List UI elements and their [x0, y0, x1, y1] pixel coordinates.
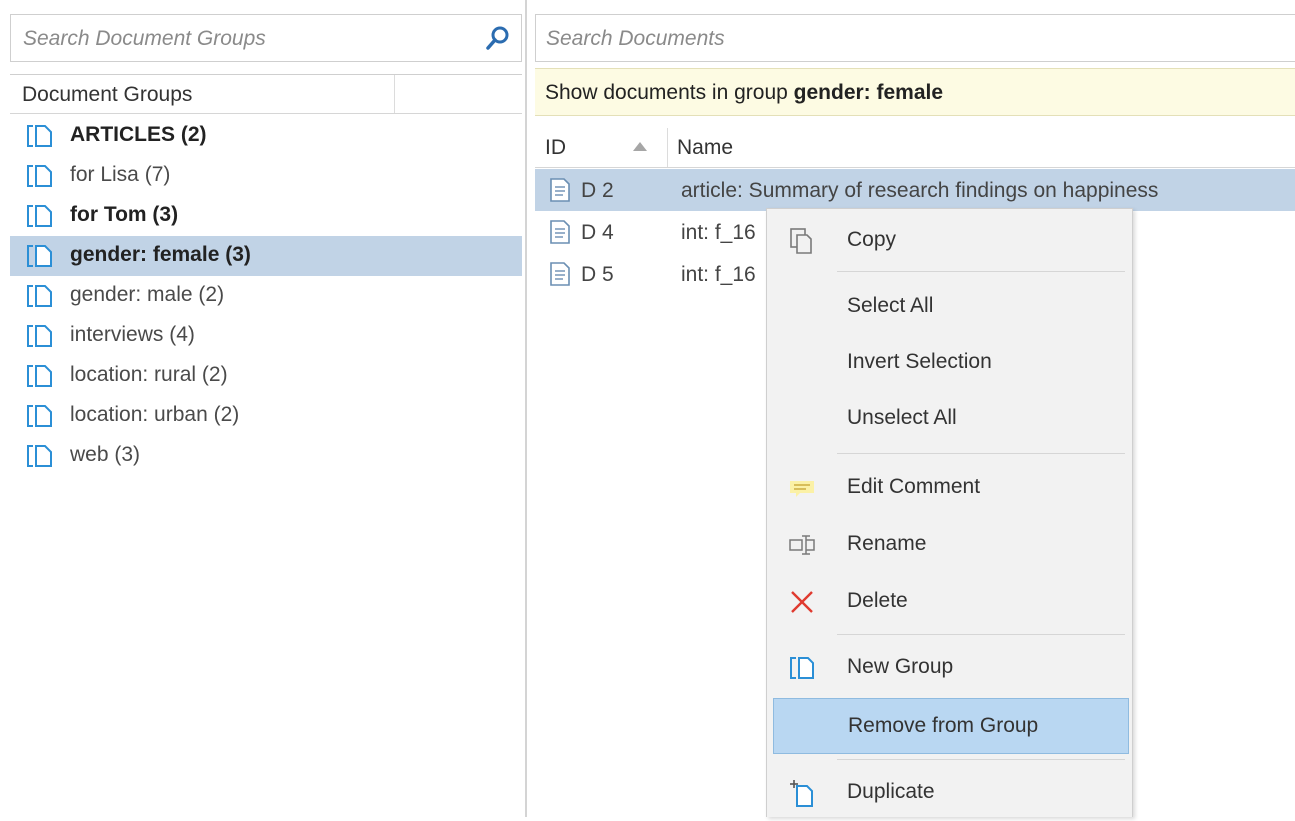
menu-item-rename[interactable]: Rename: [773, 517, 1129, 573]
menu-label-unselect-all: Unselect All: [847, 406, 957, 429]
menu-item-unselect-all[interactable]: Unselect All: [773, 391, 1129, 447]
group-list: ARTICLES (2) for Lisa (7) for Tom (3) gende…: [10, 116, 522, 476]
group-list-item[interactable]: gender: female (3): [10, 236, 522, 276]
filter-banner-text: Show documents in group gender: female: [545, 81, 943, 105]
group-list-item[interactable]: ARTICLES (2): [10, 116, 522, 156]
group-label: ARTICLES (2): [70, 123, 207, 146]
document-id: D 2: [581, 179, 614, 202]
document-id: D 5: [581, 263, 614, 286]
document-group-icon: [27, 405, 52, 427]
filter-banner-prefix: Show documents in group: [545, 81, 794, 104]
menu-item-edit-comment[interactable]: Edit Comment: [773, 460, 1129, 516]
documents-table-header: ID Name: [535, 128, 1295, 168]
groups-header-label: Document Groups: [22, 83, 193, 106]
menu-item-duplicate[interactable]: Duplicate: [773, 765, 1129, 821]
delete-icon: [791, 591, 813, 613]
document-group-icon: [27, 205, 52, 227]
comment-icon: [790, 481, 814, 497]
group-label: web (3): [70, 443, 141, 466]
copy-icon: [790, 228, 812, 254]
group-filter-banner: Show documents in group gender: female: [535, 68, 1295, 116]
document-group-icon: [27, 125, 52, 147]
menu-item-invert-selection[interactable]: Invert Selection: [773, 335, 1129, 391]
column-header-name[interactable]: Name: [677, 136, 733, 160]
document-group-icon: [27, 365, 52, 387]
document-group-icon: [790, 657, 814, 679]
column-separator[interactable]: [667, 128, 668, 167]
group-list-item[interactable]: interviews (4): [10, 316, 522, 356]
document-group-icon: [27, 165, 52, 187]
table-row[interactable]: D 2 article: Summary of research findings…: [535, 169, 1295, 211]
document-group-icon: [27, 325, 52, 347]
menu-separator: [837, 453, 1125, 454]
group-label: location: urban (2): [70, 403, 240, 426]
context-menu: Copy Select All Invert Selection Unselec…: [766, 208, 1133, 817]
menu-item-delete[interactable]: Delete: [773, 574, 1129, 630]
menu-separator: [837, 271, 1125, 272]
menu-label-edit-comment: Edit Comment: [847, 475, 981, 498]
menu-label-copy: Copy: [847, 228, 897, 251]
group-search-input[interactable]: Search Document Groups: [10, 14, 522, 62]
document-search-placeholder: Search Documents: [546, 27, 725, 50]
group-list-item[interactable]: for Tom (3): [10, 196, 522, 236]
document-name: int: f_16: [681, 221, 756, 244]
menu-label-delete: Delete: [847, 589, 908, 612]
menu-label-rename: Rename: [847, 532, 927, 555]
sort-ascending-icon[interactable]: [633, 142, 647, 151]
document-id: D 4: [581, 221, 614, 244]
group-label: location: rural (2): [70, 363, 228, 386]
rename-icon: [789, 535, 815, 555]
group-list-item[interactable]: for Lisa (7): [10, 156, 522, 196]
menu-label-new-group: New Group: [847, 655, 954, 678]
groups-column-header[interactable]: Document Groups: [10, 74, 522, 114]
document-search-input[interactable]: Search Documents: [535, 14, 1295, 62]
menu-item-new-group[interactable]: New Group: [773, 640, 1129, 696]
group-label: for Tom (3): [70, 203, 179, 226]
search-icon[interactable]: [485, 25, 511, 51]
document-icon: [550, 220, 570, 244]
filter-banner-group: gender: female: [793, 81, 944, 104]
column-separator[interactable]: [394, 75, 395, 113]
group-label: interviews (4): [70, 323, 195, 346]
group-list-item[interactable]: location: urban (2): [10, 396, 522, 436]
menu-item-select-all[interactable]: Select All: [773, 279, 1129, 335]
document-group-icon: [27, 245, 52, 267]
group-label: for Lisa (7): [70, 163, 171, 186]
document-group-icon: [27, 445, 52, 467]
group-label: gender: male (2): [70, 283, 225, 306]
group-label: gender: female (3): [70, 243, 251, 266]
column-header-id[interactable]: ID: [545, 136, 566, 160]
menu-item-copy[interactable]: Copy: [773, 213, 1129, 269]
document-icon: [550, 178, 570, 202]
group-list-item[interactable]: web (3): [10, 436, 522, 476]
document-name: int: f_16: [681, 263, 756, 286]
duplicate-icon: [790, 780, 813, 807]
menu-item-remove-from-group[interactable]: Remove from Group: [773, 698, 1129, 754]
group-list-item[interactable]: location: rural (2): [10, 356, 522, 396]
group-list-item[interactable]: gender: male (2): [10, 276, 522, 316]
menu-label-duplicate: Duplicate: [847, 780, 935, 803]
menu-separator: [837, 634, 1125, 635]
document-icon: [550, 262, 570, 286]
menu-label-select-all: Select All: [847, 294, 934, 317]
group-search-placeholder: Search Document Groups: [23, 27, 266, 50]
menu-label-invert-selection: Invert Selection: [847, 350, 992, 373]
document-group-icon: [27, 285, 52, 307]
menu-label-remove-from-group: Remove from Group: [848, 714, 1039, 737]
menu-separator: [837, 759, 1125, 760]
document-name: article: Summary of research findings on…: [681, 179, 1159, 202]
document-groups-pane: Search Document Groups Document Groups A…: [0, 0, 525, 817]
